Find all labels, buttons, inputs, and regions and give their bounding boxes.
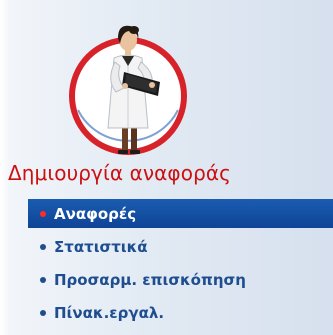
sidebar-item-reports[interactable]: Αναφορές xyxy=(28,199,333,228)
bullet-icon xyxy=(40,210,46,217)
bullet-icon xyxy=(40,276,46,283)
report-sidebar-panel: Δημιουργία αναφοράς Αναφορές Στατιστικά … xyxy=(0,0,333,335)
page-title: Δημιουργία αναφοράς xyxy=(8,161,231,185)
sidebar-item-statistics[interactable]: Στατιστικά xyxy=(28,232,333,261)
sidebar-item-label: Προσαρμ. επισκόπηση xyxy=(54,270,246,289)
bullet-icon xyxy=(40,309,46,316)
bullet-icon xyxy=(40,243,46,250)
sidebar-item-label: Στατιστικά xyxy=(54,237,148,256)
sidebar-item-label: Αναφορές xyxy=(54,204,137,223)
sidebar-item-label: Πίνακ.εργαλ. xyxy=(54,303,165,322)
doctor-with-clipboard-icon xyxy=(69,25,187,155)
sidebar-menu: Αναφορές Στατιστικά Προσαρμ. επισκόπηση … xyxy=(28,199,333,331)
sidebar-item-custom-view[interactable]: Προσαρμ. επισκόπηση xyxy=(28,265,333,294)
sidebar-item-dashboard[interactable]: Πίνακ.εργαλ. xyxy=(28,298,333,327)
